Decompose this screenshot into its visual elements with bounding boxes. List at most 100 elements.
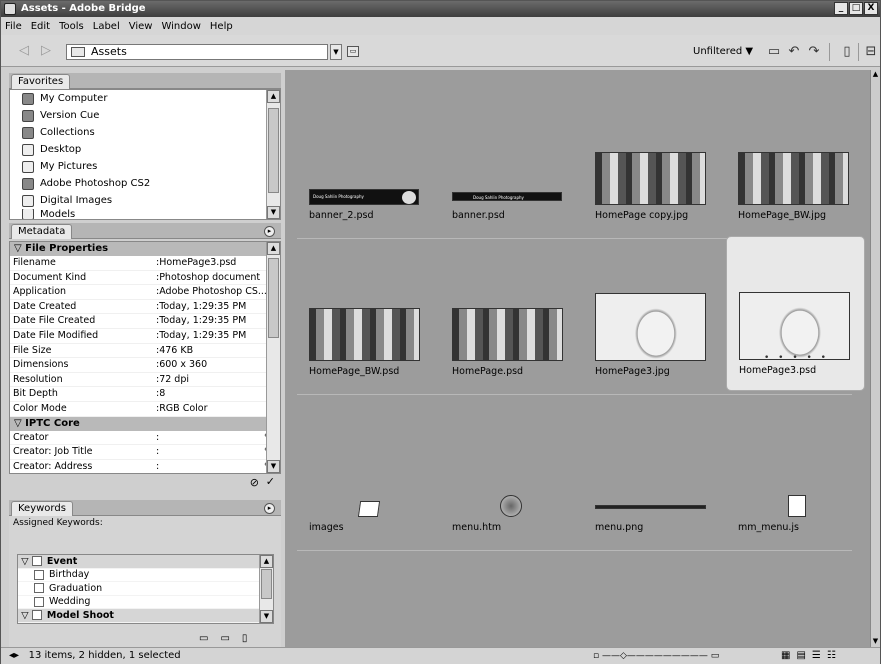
- scroll-down-arrow-icon[interactable]: ▼: [871, 637, 880, 647]
- keyword-checkbox[interactable]: [31, 556, 42, 567]
- metadata-row: Creator: Job Title: ✎: [10, 445, 280, 460]
- thumbnail-item[interactable]: HomePage_BW.jpg: [726, 80, 865, 235]
- favorite-my-computer[interactable]: My Computer: [10, 90, 280, 107]
- menu-help[interactable]: Help: [210, 21, 233, 32]
- scroll-up-arrow-icon[interactable]: ▲: [267, 90, 280, 103]
- scroll-thumb[interactable]: [261, 569, 272, 599]
- keyword-graduation[interactable]: Graduation: [18, 582, 273, 596]
- menu-view[interactable]: View: [129, 21, 153, 32]
- thumbnail-size-slider[interactable]: ▫ ——◇————————— ▭: [593, 648, 719, 664]
- maximize-button[interactable]: □: [849, 2, 863, 15]
- thumbnail-item[interactable]: HomePage.psd: [440, 236, 579, 391]
- iptc-core-section[interactable]: ▽ IPTC Core: [10, 416, 280, 431]
- scroll-down-arrow-icon[interactable]: ▼: [267, 460, 280, 473]
- tab-favorites[interactable]: Favorites: [11, 74, 71, 89]
- minimize-button[interactable]: _: [834, 2, 848, 15]
- metadata-scrollbar[interactable]: ▲ ▼: [266, 242, 280, 473]
- favorite-label: My Pictures: [40, 161, 98, 172]
- favorite-collections[interactable]: Collections: [10, 124, 280, 141]
- thumbnail-item[interactable]: menu.htm: [440, 392, 579, 547]
- scroll-up-arrow-icon[interactable]: ▲: [871, 70, 880, 80]
- keyword-birthday[interactable]: Birthday: [18, 569, 273, 582]
- content-scrollbar[interactable]: ▲ ▼: [870, 70, 880, 647]
- scroll-thumb[interactable]: [268, 258, 279, 338]
- version-cue-icon: [22, 109, 34, 122]
- close-button[interactable]: X: [864, 2, 878, 15]
- rotate-right-icon[interactable]: ↷: [806, 44, 822, 60]
- assigned-keywords-label: Assigned Keywords:: [13, 518, 103, 528]
- metadata-key: Date File Modified: [13, 329, 99, 341]
- keyword-wedding[interactable]: Wedding: [18, 596, 273, 609]
- metadata-row: Date File Modified: Today, 1:29:35 PM: [10, 329, 280, 344]
- panel-menu-icon[interactable]: ▸: [264, 226, 275, 237]
- sort-icon[interactable]: ◂▸: [9, 650, 19, 661]
- tab-metadata[interactable]: Metadata: [11, 224, 73, 239]
- metadata-value[interactable]: [159, 460, 264, 473]
- scroll-down-arrow-icon[interactable]: ▼: [267, 206, 280, 219]
- thumbnail-item[interactable]: images: [297, 392, 436, 547]
- path-text: Assets: [91, 45, 127, 58]
- favorite-photoshop-cs2[interactable]: Adobe Photoshop CS2: [10, 175, 280, 192]
- keyword-checkbox[interactable]: [34, 583, 44, 594]
- metadata-value[interactable]: [159, 431, 264, 445]
- favorite-digital-images[interactable]: Digital Images: [10, 192, 280, 209]
- file-name: HomePage_BW.psd: [309, 366, 400, 377]
- thumbnail-item[interactable]: HomePage3.jpg: [583, 236, 722, 391]
- thumbnail-item[interactable]: Doug Sahlin Photography banner_2.psd: [297, 80, 436, 235]
- back-arrow-icon[interactable]: ◁: [19, 44, 35, 58]
- metadata-row: Document Kind: Photoshop document: [10, 271, 280, 286]
- scroll-thumb[interactable]: [268, 108, 279, 193]
- path-field[interactable]: Assets: [66, 44, 328, 60]
- file-name: menu.htm: [452, 522, 502, 533]
- keyword-checkbox[interactable]: [34, 569, 44, 580]
- menu-label[interactable]: Label: [93, 21, 120, 32]
- menu-window[interactable]: Window: [161, 21, 200, 32]
- scroll-up-arrow-icon[interactable]: ▲: [260, 555, 273, 568]
- favorite-models[interactable]: Models: [10, 209, 280, 219]
- thumbnail-item[interactable]: mm_menu.js: [726, 392, 865, 547]
- keyword-group-event[interactable]: ▽ Event: [18, 555, 273, 569]
- keyword-group-model-shoot[interactable]: ▽ Model Shoot: [18, 609, 273, 623]
- details-view-icon[interactable]: ☰: [812, 650, 827, 661]
- new-keyword-icon[interactable]: ▭: [199, 633, 220, 644]
- scroll-up-arrow-icon[interactable]: ▲: [267, 242, 280, 255]
- new-sub-keyword-icon[interactable]: ▭: [220, 633, 241, 644]
- thumbnail-item[interactable]: Doug Sahlin Photography banner.psd: [440, 80, 579, 235]
- keyword-label: Graduation: [49, 582, 103, 594]
- filter-dropdown[interactable]: Unfiltered ▼: [693, 46, 753, 57]
- favorites-scrollbar[interactable]: ▲ ▼: [266, 90, 280, 219]
- path-dropdown-button[interactable]: ▼: [330, 44, 342, 60]
- keyword-checkbox[interactable]: [34, 596, 44, 607]
- favorite-version-cue[interactable]: Version Cue: [10, 107, 280, 124]
- go-up-icon[interactable]: ▭: [347, 46, 359, 57]
- metadata-value[interactable]: [159, 445, 264, 459]
- favorite-desktop[interactable]: Desktop: [10, 141, 280, 158]
- new-folder-icon[interactable]: ▭: [766, 44, 782, 60]
- keyword-checkbox[interactable]: [31, 610, 42, 621]
- keywords-scrollbar[interactable]: ▲ ▼: [259, 555, 273, 623]
- cancel-edit-icon[interactable]: ⊘: [250, 476, 259, 489]
- forward-arrow-icon[interactable]: ▷: [41, 44, 57, 58]
- thumbnail-item[interactable]: HomePage_BW.psd: [297, 236, 436, 391]
- menu-tools[interactable]: Tools: [59, 21, 84, 32]
- trash-icon[interactable]: ▯: [839, 44, 855, 60]
- thumbnail-item[interactable]: HomePage copy.jpg: [583, 80, 722, 235]
- filmstrip-view-icon[interactable]: ▤: [796, 650, 811, 661]
- compact-mode-icon[interactable]: ⊟: [863, 44, 879, 60]
- tab-keywords[interactable]: Keywords: [11, 501, 73, 516]
- banner-thumbnail: Doug Sahlin Photography: [452, 192, 562, 201]
- thumbnail-item[interactable]: menu.png: [583, 392, 722, 547]
- versions-view-icon[interactable]: ☷: [827, 650, 842, 661]
- menu-file[interactable]: File: [5, 21, 22, 32]
- apply-edit-icon[interactable]: ✓: [266, 475, 275, 488]
- menu-edit[interactable]: Edit: [31, 21, 50, 32]
- file-properties-section[interactable]: ▽ File Properties: [10, 242, 280, 256]
- thumbnail-item[interactable]: • • • • • HomePage3.psd: [726, 236, 865, 391]
- rotate-left-icon[interactable]: ↶: [786, 44, 802, 60]
- favorite-my-pictures[interactable]: My Pictures: [10, 158, 280, 175]
- scroll-down-arrow-icon[interactable]: ▼: [260, 610, 273, 623]
- rating-dots[interactable]: • • • • •: [727, 353, 866, 363]
- delete-keyword-icon[interactable]: ▯: [242, 633, 260, 644]
- thumbnails-view-icon[interactable]: ▦: [781, 650, 796, 661]
- panel-menu-icon[interactable]: ▸: [264, 503, 275, 514]
